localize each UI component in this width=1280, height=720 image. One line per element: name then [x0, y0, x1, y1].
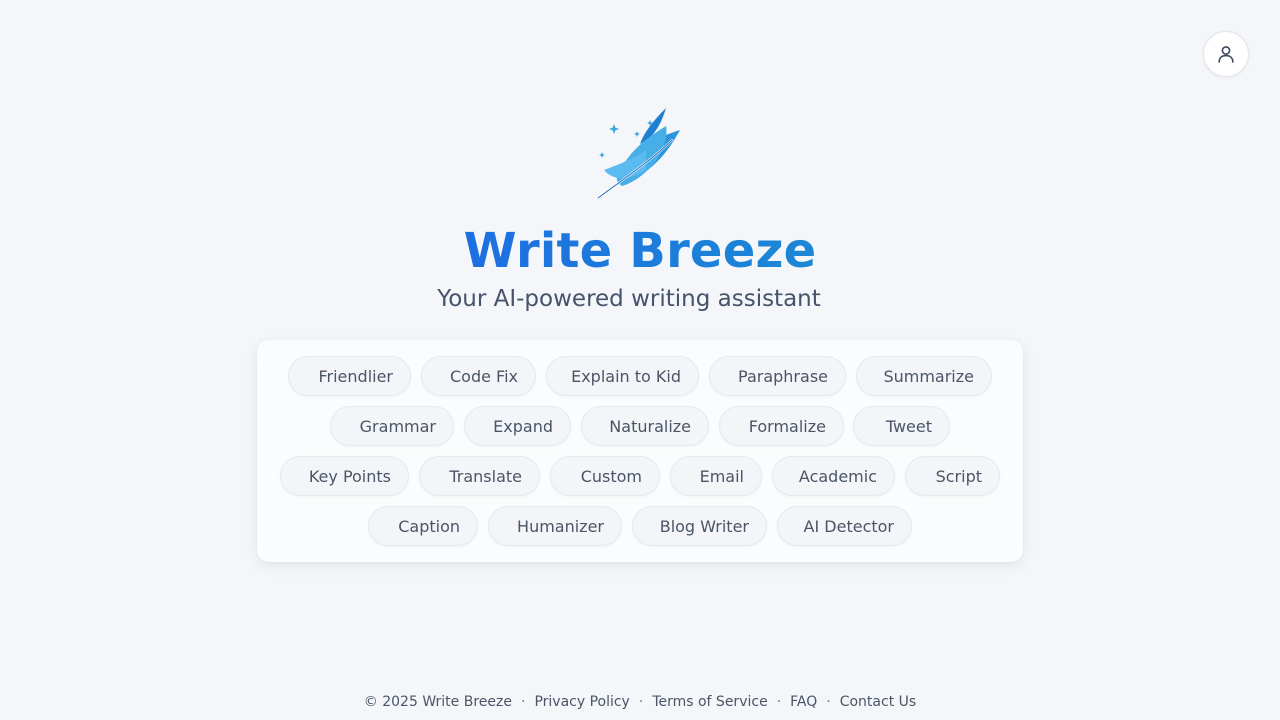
user-icon	[1218, 46, 1234, 63]
tool-button-academic[interactable]: Academic	[772, 456, 895, 496]
tool-button-friendlier[interactable]: Friendlier	[288, 356, 411, 396]
tools-panel: Friendlier Code Fix Explain to Kid Parap…	[257, 340, 1023, 562]
tool-button-naturalize[interactable]: Naturalize	[581, 406, 709, 446]
tool-button-grammar[interactable]: Grammar	[330, 406, 454, 446]
tool-button-code-fix[interactable]: Code Fix	[421, 356, 536, 396]
tool-button-paraphrase[interactable]: Paraphrase	[709, 356, 846, 396]
app-title: Write Breeze	[463, 223, 817, 279]
tool-button-tweet[interactable]: Tweet	[853, 406, 950, 446]
feather-icon	[596, 108, 680, 200]
privacy-policy-link[interactable]: Privacy Policy	[534, 694, 629, 710]
footer: © 2025 Write Breeze · Privacy Policy · T…	[0, 691, 1280, 713]
tool-button-email[interactable]: Email	[670, 456, 762, 496]
tool-button-translate[interactable]: Translate	[419, 456, 540, 496]
footer-separator: ·	[826, 694, 831, 710]
footer-separator: ·	[638, 694, 644, 710]
footer-separator: ·	[776, 694, 782, 710]
tool-button-script[interactable]: Script	[905, 456, 1000, 496]
tool-button-explain-to-kid[interactable]: Explain to Kid	[546, 356, 699, 396]
faq-link[interactable]: FAQ	[790, 694, 817, 710]
profile-button[interactable]	[1203, 31, 1249, 77]
app-subtitle: Your AI-powered writing assistant	[437, 286, 821, 312]
terms-of-service-link[interactable]: Terms of Service	[652, 694, 767, 710]
tool-button-humanizer[interactable]: Humanizer	[488, 506, 622, 546]
tool-button-summarize[interactable]: Summarize	[856, 356, 992, 396]
tool-button-caption[interactable]: Caption	[368, 506, 478, 546]
copyright-text: © 2025 Write Breeze	[363, 694, 512, 710]
tool-button-blog-writer[interactable]: Blog Writer	[632, 506, 767, 546]
tool-button-custom[interactable]: Custom	[550, 456, 660, 496]
tool-button-formalize[interactable]: Formalize	[719, 406, 844, 446]
tool-button-ai-detector[interactable]: AI Detector	[777, 506, 912, 546]
footer-separator: ·	[520, 694, 526, 710]
tool-button-key-points[interactable]: Key Points	[280, 456, 409, 496]
tool-button-expand[interactable]: Expand	[464, 406, 571, 446]
contact-us-link[interactable]: Contact Us	[840, 694, 916, 710]
